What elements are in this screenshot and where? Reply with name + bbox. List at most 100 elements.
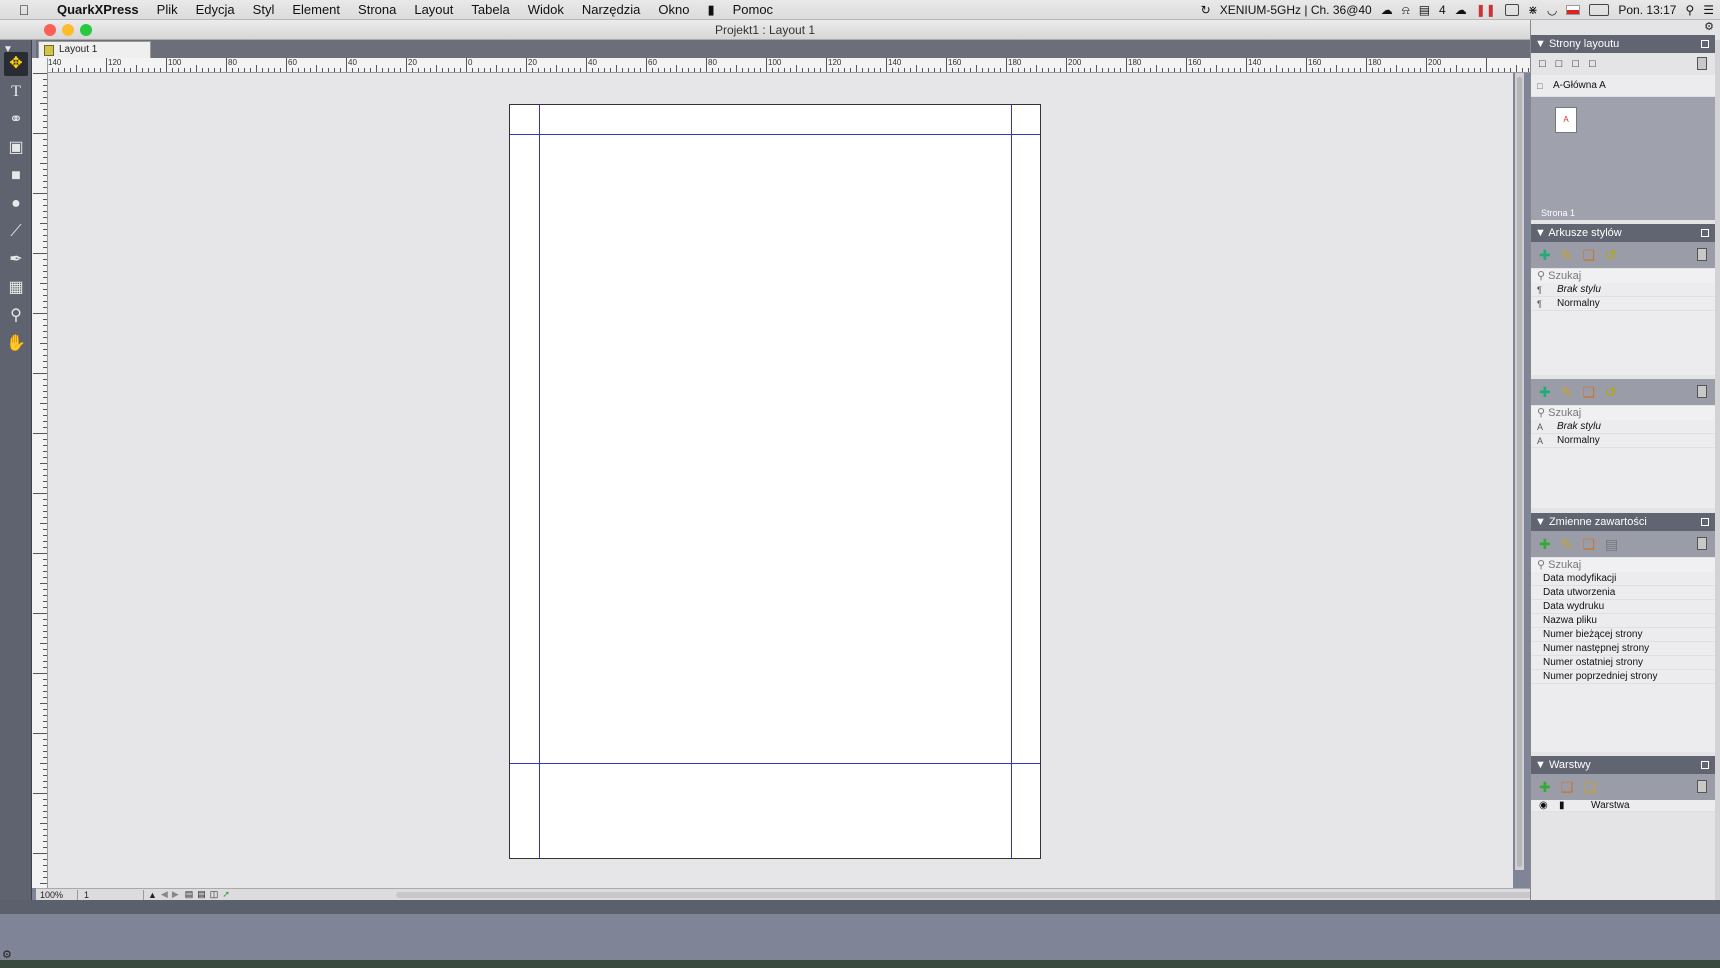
list-item[interactable]: Data utworzenia (1531, 586, 1715, 600)
zoom-window-button[interactable] (80, 24, 92, 36)
layout-tab[interactable]: Layout 1 (38, 41, 151, 58)
new-style-icon[interactable]: ✚ (1539, 384, 1551, 401)
sync-icon[interactable]: ↻ (1201, 3, 1211, 17)
eye-icon[interactable]: ◉ (1539, 800, 1548, 812)
trash-icon[interactable] (1697, 57, 1707, 70)
spotlight-search-icon[interactable]: ⚲ (1685, 3, 1694, 17)
trash-icon[interactable] (1697, 780, 1707, 793)
variables-search[interactable]: ⚲ Szukaj (1531, 558, 1715, 572)
merge-layers-icon[interactable]: ❑ (1561, 779, 1574, 796)
list-item[interactable]: Numer następnej strony (1531, 642, 1715, 656)
horizontal-scrollbar[interactable] (396, 892, 1536, 898)
clock[interactable]: Pon. 13:17 (1618, 3, 1676, 17)
document-icon[interactable]: ▤ (1419, 3, 1430, 17)
panel-options-icon[interactable] (1701, 518, 1709, 526)
gear-icon[interactable]: ⚙ (1704, 20, 1714, 33)
duplicate-icon[interactable]: ❑ (1582, 384, 1595, 401)
menu-narzedzia[interactable]: Narzędzia (573, 2, 650, 17)
menu-pomoc[interactable]: Pomoc (724, 2, 782, 17)
insert-icon[interactable]: ▤ (1605, 536, 1618, 553)
linking-tool-icon[interactable]: ⚭ (4, 108, 28, 132)
notification-center-icon[interactable]: ☰ (1703, 3, 1714, 17)
panel-options-icon[interactable] (1701, 229, 1709, 237)
split-vertical-icon[interactable]: ◫ (210, 889, 219, 900)
facing-page-icon[interactable]: □ (1589, 58, 1596, 70)
vertical-scroll-thumb[interactable] (1517, 77, 1522, 867)
list-item[interactable]: ¶ Normalny (1531, 297, 1715, 311)
panel-options-icon[interactable] (1701, 40, 1709, 48)
menu-app-name[interactable]: QuarkXPress (48, 2, 148, 17)
pause-icon[interactable]: ❚❚ (1476, 3, 1496, 17)
menu-edycja[interactable]: Edycja (187, 2, 244, 17)
picture-content-tool-icon[interactable]: ▣ (4, 136, 28, 160)
edit-icon[interactable]: ✎ (1561, 247, 1573, 264)
cloud-icon[interactable]: ☁ (1381, 3, 1393, 17)
pages-panel-header[interactable]: ▼ Strony layoutu (1531, 35, 1715, 53)
master-page-item[interactable]: □ A-Główna A (1531, 75, 1715, 97)
line-tool-icon[interactable]: ⟋ (4, 220, 28, 244)
edit-icon[interactable]: ✎ (1561, 384, 1573, 401)
table-tool-icon[interactable]: ▦ (4, 276, 28, 300)
zoom-tool-icon[interactable]: ⚲ (4, 304, 28, 328)
menu-element[interactable]: Element (283, 2, 349, 17)
list-item[interactable]: Nazwa pliku (1531, 614, 1715, 628)
wifi-network-label[interactable]: XENIUM-5GHz | Ch. 36@40 (1220, 3, 1372, 17)
battery-icon[interactable] (1589, 4, 1610, 16)
list-item[interactable]: Data modyfikacji (1531, 572, 1715, 586)
trash-icon[interactable] (1697, 537, 1707, 550)
pen-tool-icon[interactable]: ✒ (4, 248, 28, 272)
layout-canvas[interactable] (48, 73, 1513, 888)
page-up-icon[interactable]: ▲ (148, 890, 157, 900)
update-icon[interactable]: ↺ (1605, 384, 1617, 401)
oval-box-tool-icon[interactable]: ● (4, 192, 28, 216)
headphones-icon[interactable]: ⍾ (1402, 3, 1410, 18)
list-item[interactable]: A Normalny (1531, 434, 1715, 448)
panel-scrollbar[interactable] (1715, 40, 1720, 900)
panel-options-icon[interactable] (1701, 761, 1709, 769)
add-layer-icon[interactable]: ✚ (1539, 779, 1551, 796)
lock-icon[interactable]: ▮ (1559, 800, 1565, 812)
split-horizontal-icon[interactable]: ▤ (197, 889, 206, 900)
wifi-icon[interactable]: ◡ (1547, 3, 1557, 17)
item-tool-icon[interactable]: ✥ (4, 52, 28, 76)
list-item[interactable]: ¶ Brak stylu (1531, 283, 1715, 297)
bluetooth-icon[interactable]: ⋇ (1528, 3, 1538, 17)
trash-icon[interactable] (1697, 248, 1707, 261)
update-icon[interactable]: ↺ (1605, 247, 1617, 264)
keyboard-icon[interactable] (1504, 4, 1519, 16)
blank-page-icon[interactable]: □ (1539, 58, 1546, 70)
add-icon[interactable]: ✚ (1539, 536, 1551, 553)
minimize-window-button[interactable] (62, 24, 74, 36)
trash-icon[interactable] (1697, 385, 1707, 398)
variables-panel-header[interactable]: ▼ Zmienne zawartości (1531, 513, 1715, 531)
vertical-ruler[interactable] (32, 58, 48, 888)
duplicate-page-icon[interactable]: □ (1572, 58, 1579, 70)
rectangle-box-tool-icon[interactable]: ■ (4, 164, 28, 188)
page-thumbnail[interactable]: A (1555, 107, 1577, 133)
menu-widok[interactable]: Widok (519, 2, 573, 17)
previous-page-icon[interactable]: ◀ (161, 889, 168, 900)
script-icon[interactable]: ▮ (698, 2, 723, 18)
menu-plik[interactable]: Plik (148, 2, 187, 17)
vertical-scrollbar[interactable] (1515, 73, 1524, 870)
menu-okno[interactable]: Okno (649, 2, 698, 17)
duplicate-icon[interactable]: ❑ (1582, 536, 1595, 553)
text-content-tool-icon[interactable]: T (4, 80, 28, 104)
menu-styl[interactable]: Styl (244, 2, 284, 17)
page-number-field[interactable]: 1 (78, 889, 144, 900)
next-page-icon[interactable]: ▶ (172, 889, 179, 900)
upload-icon[interactable]: ☁ (1455, 3, 1467, 17)
list-item[interactable]: Data wydruku (1531, 600, 1715, 614)
list-item[interactable]: Numer poprzedniej strony (1531, 670, 1715, 684)
hand-tool-icon[interactable]: ✋ (4, 332, 28, 356)
layer-row[interactable]: ◉ ▮ Warstwa (1531, 800, 1715, 812)
horizontal-ruler[interactable]: 140 120 100 80 60 40 20 0 20 40 60 80 100 120 140 160 18… (48, 58, 1530, 73)
new-style-icon[interactable]: ✚ (1539, 247, 1551, 264)
menu-tabela[interactable]: Tabela (462, 2, 518, 17)
apple-icon[interactable]:  (0, 2, 48, 18)
list-item[interactable]: Numer ostatniej strony (1531, 656, 1715, 670)
layers-panel-header[interactable]: ▼ Warstwy (1531, 756, 1715, 774)
layout-page[interactable] (509, 104, 1041, 859)
master-page-icon[interactable]: □ (1556, 58, 1563, 70)
duplicate-layer-icon[interactable]: ❑ (1583, 779, 1596, 796)
